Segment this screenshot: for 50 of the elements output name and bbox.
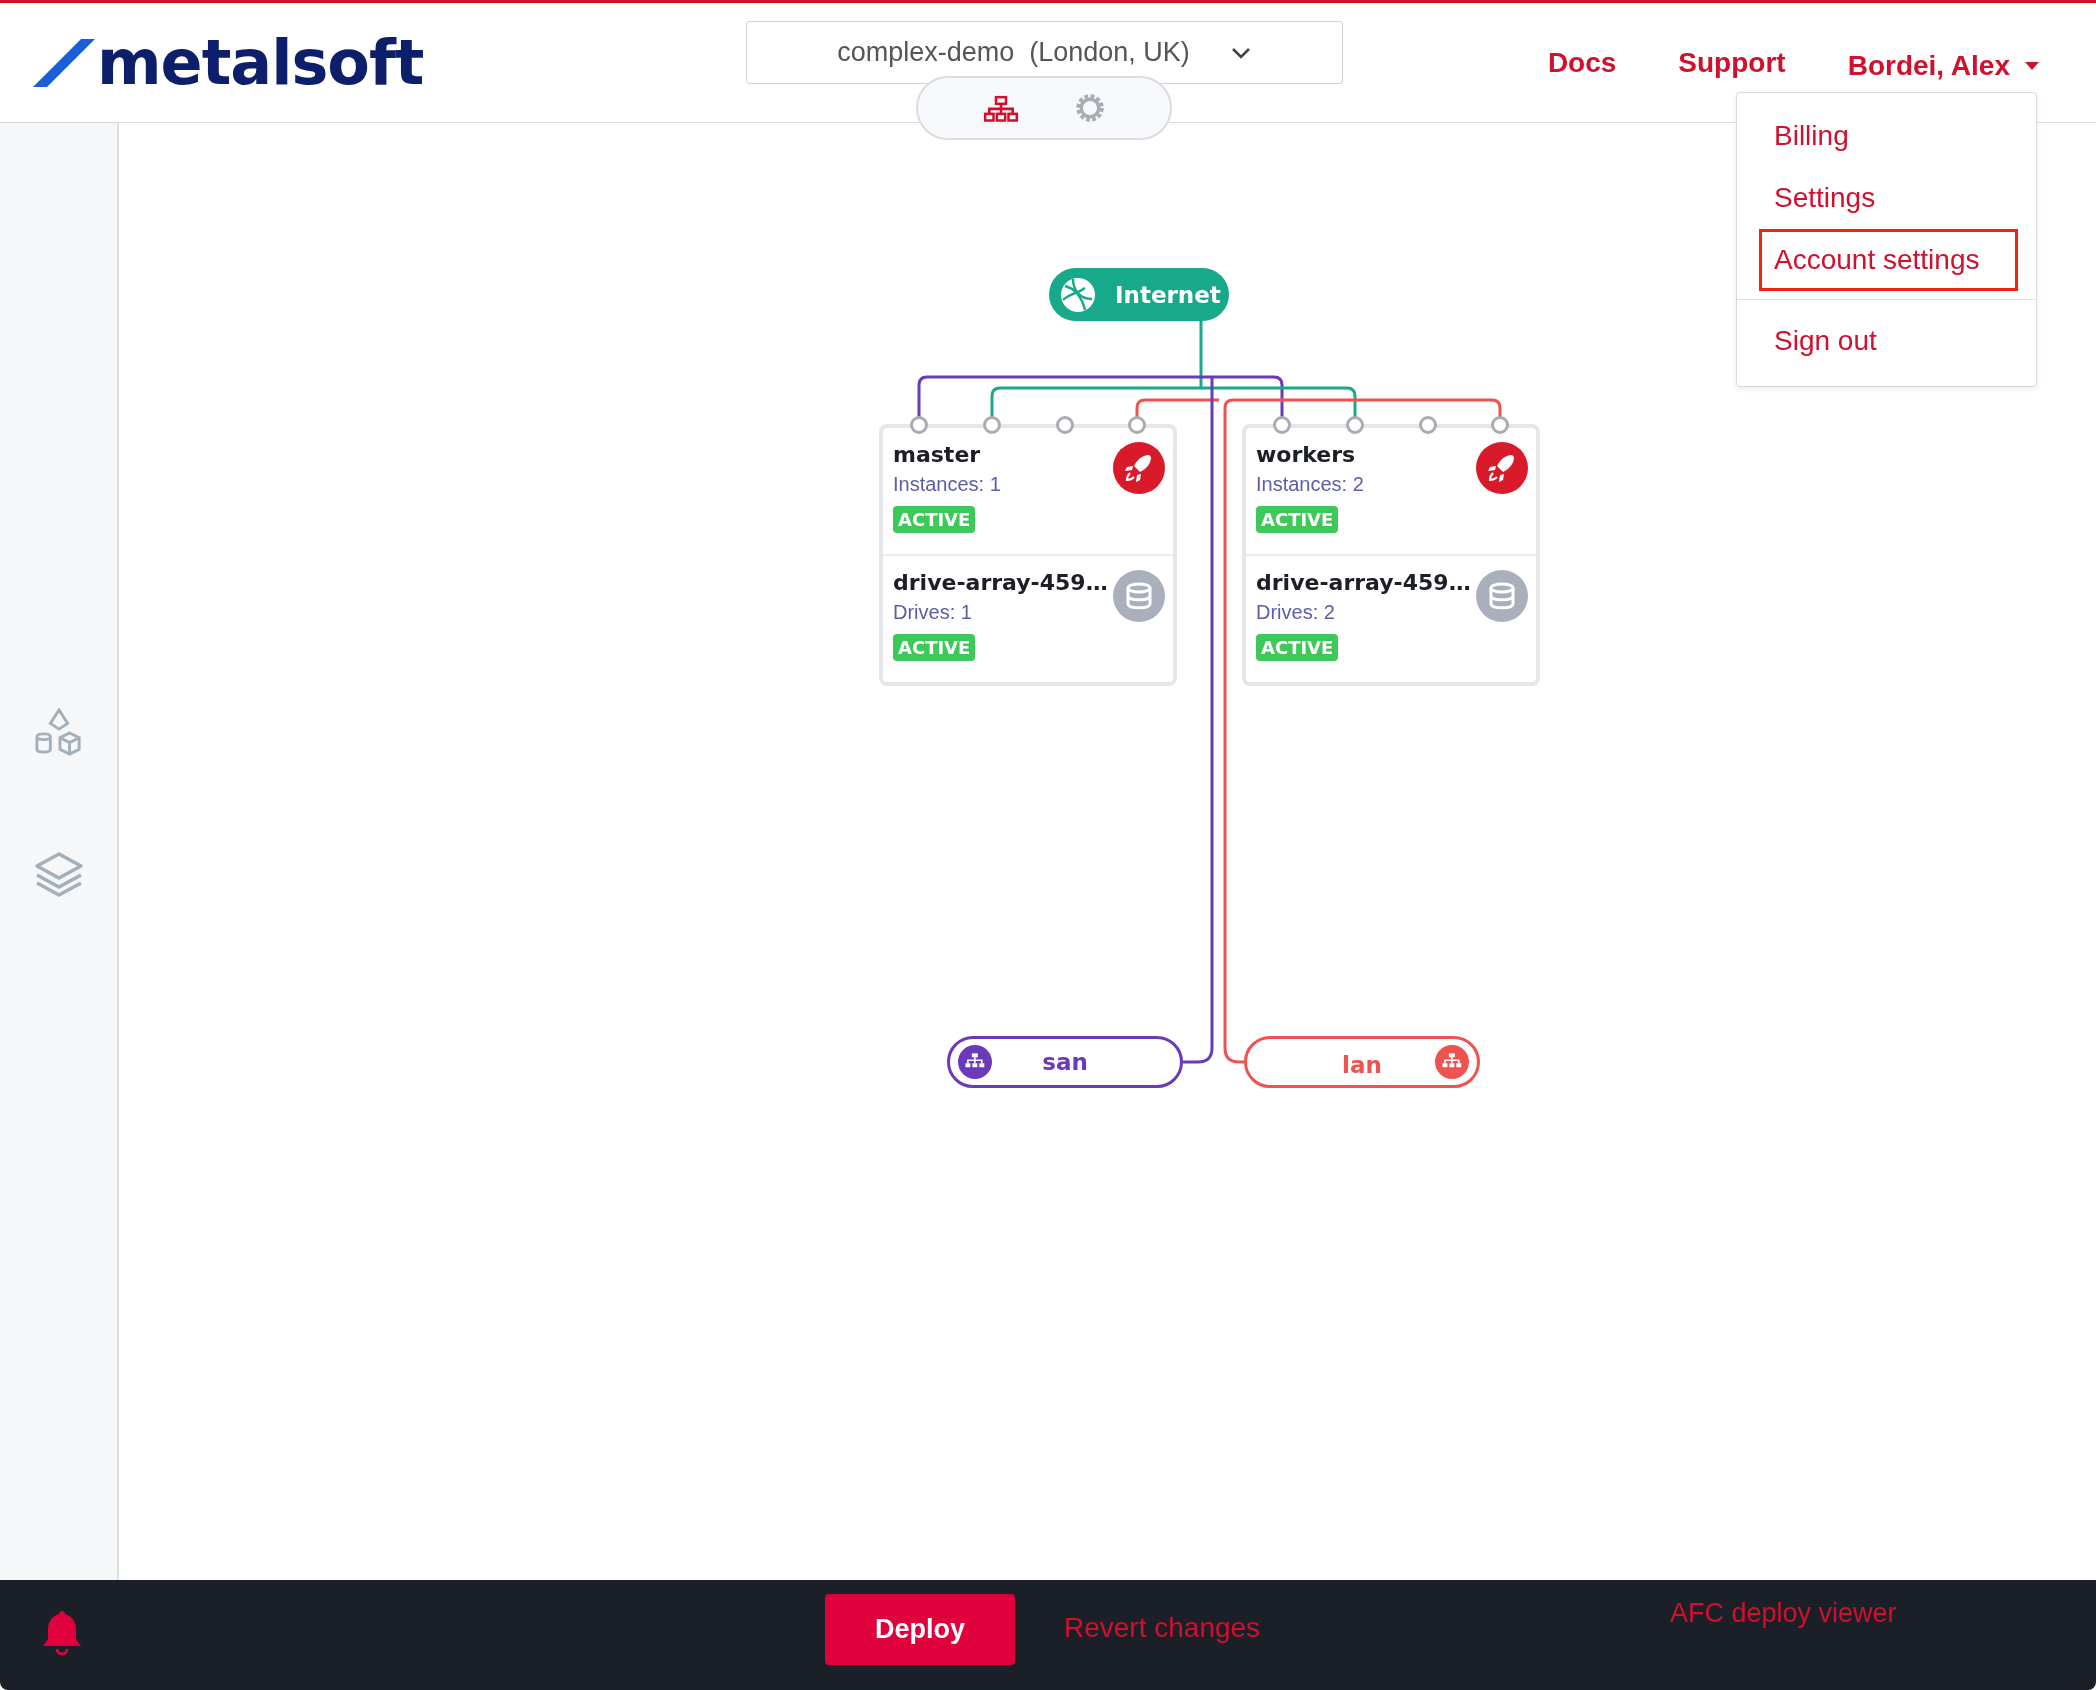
nav-link[interactable]: Support — [1678, 46, 1786, 79]
network-icon — [958, 1045, 992, 1079]
card-title: drive-array-459… — [1256, 570, 1471, 595]
status-badge: ACTIVE — [1256, 506, 1339, 533]
network-icon — [1435, 1045, 1469, 1079]
port-icon[interactable] — [1419, 416, 1437, 434]
port-icon[interactable] — [983, 416, 1001, 434]
rocket-icon — [1113, 442, 1165, 494]
logo-text: metalsoft — [97, 26, 424, 99]
network-node[interactable]: lan — [1244, 1036, 1480, 1088]
network-name: san — [1041, 1049, 1089, 1075]
menu-item[interactable]: Sign out — [1759, 310, 2018, 372]
card-count: Instances: 2 — [1256, 473, 1364, 496]
port-icon[interactable] — [1056, 416, 1074, 434]
network-name: Internet — [1115, 281, 1221, 308]
rocket-icon — [1476, 442, 1528, 494]
nav-link[interactable]: Docs — [1547, 46, 1617, 79]
status-badge: ACTIVE — [1256, 634, 1339, 661]
menu-item[interactable]: Billing — [1759, 105, 2018, 167]
instance-array-card[interactable]: master Instances: 1 ACTIVE drive-array-459… Drives: 1 ACTIVE — [879, 424, 1177, 686]
port-icon[interactable] — [1346, 416, 1364, 434]
port-icon[interactable] — [1273, 416, 1291, 434]
internet-node[interactable]: Internet — [1049, 268, 1229, 321]
revert-changes-link[interactable]: Revert changes — [1064, 1612, 1261, 1644]
settings-icon[interactable] — [1073, 91, 1107, 125]
globe-icon — [1059, 275, 1097, 314]
port-icon[interactable] — [1128, 416, 1146, 434]
caret-icon — [2024, 60, 2040, 71]
card-count: Drives: 1 — [893, 601, 973, 624]
card-count: Instances: 1 — [893, 473, 1001, 496]
network-name: lan — [1341, 1052, 1383, 1078]
card-count: Drives: 2 — [1256, 601, 1336, 624]
network-node[interactable]: san — [947, 1036, 1183, 1088]
card-title: master — [893, 442, 982, 467]
instance-array-card[interactable]: workers Instances: 2 ACTIVE drive-array-459… Drives: 2 ACTIVE — [1242, 424, 1540, 686]
menu-item[interactable]: Settings — [1759, 167, 2018, 229]
card-title: drive-array-459… — [893, 570, 1108, 595]
infrastructure-select[interactable]: complex-demo (London, UK) — [746, 21, 1343, 84]
chevron-down-icon — [1229, 45, 1252, 60]
port-icon[interactable] — [910, 416, 928, 434]
drive-icon — [1476, 570, 1528, 622]
status-badge: ACTIVE — [893, 634, 976, 661]
port-icon[interactable] — [1491, 416, 1509, 434]
deploy-button[interactable]: Deploy — [825, 1594, 1015, 1665]
drive-icon — [1113, 570, 1165, 622]
deploy-viewer-link[interactable]: AFC deploy viewer — [1670, 1598, 1897, 1629]
menu-item[interactable]: Account settings — [1759, 229, 2018, 291]
status-badge: ACTIVE — [893, 506, 976, 533]
card-title: workers — [1256, 442, 1357, 467]
user-menu-button[interactable]: Bordei, Alex — [1847, 49, 2040, 82]
